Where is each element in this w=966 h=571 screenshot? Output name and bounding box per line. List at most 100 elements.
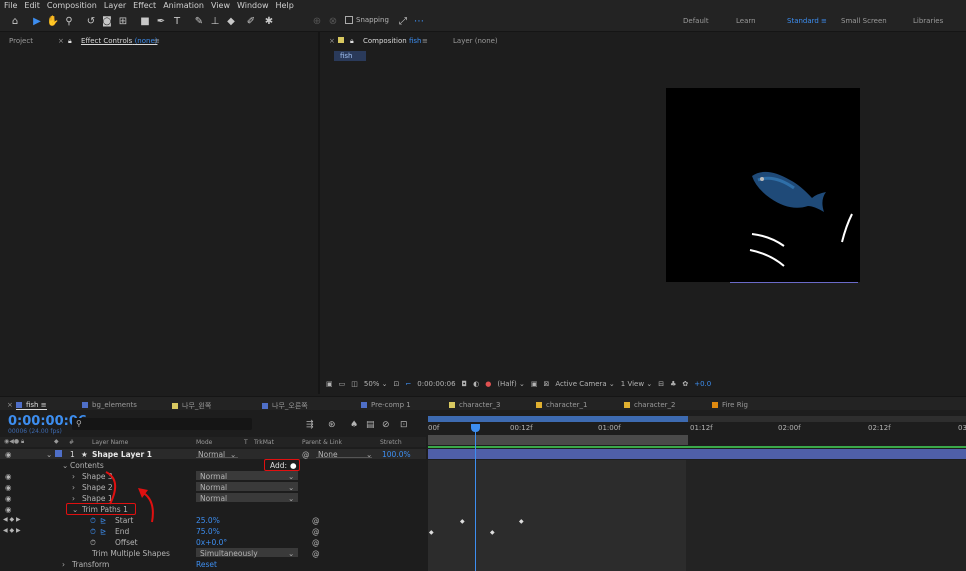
expand-chevron-icon[interactable]: ⌄ — [46, 450, 52, 459]
transform-row[interactable]: › Transform Reset — [0, 559, 426, 569]
menu-file[interactable]: File — [4, 1, 17, 10]
shape-1-blend-mode[interactable]: Normal — [200, 494, 227, 503]
pickwhip-icon[interactable]: @ — [312, 538, 320, 547]
trim-multiple-shapes-select[interactable]: Simultaneously — [200, 549, 258, 558]
roi-icon[interactable]: ⌐ — [405, 380, 411, 388]
brush-tool-icon[interactable]: ✎ — [192, 14, 206, 28]
menu-layer[interactable]: Layer — [104, 1, 126, 10]
local-axis-icon[interactable]: ⊕ — [310, 14, 324, 28]
workspace-small-screen[interactable]: Small Screen — [841, 17, 887, 25]
pickwhip-icon[interactable]: @ — [312, 516, 320, 525]
label-color[interactable] — [55, 450, 62, 457]
tab-comp-fire-rig[interactable]: Fire Rig — [712, 401, 748, 409]
eye-icon[interactable]: ◉ — [5, 472, 12, 481]
clone-stamp-tool-icon[interactable]: ⊥ — [208, 14, 222, 28]
draft-3d-icon[interactable]: ⊟ — [658, 380, 664, 388]
eye-icon[interactable]: ◉ — [5, 494, 12, 503]
shape-3-row[interactable]: ◉ › Shape 3 Normal ⌄ — [0, 471, 426, 481]
start-property-row[interactable]: ◀ ◆ ▶ ⏱︎ ⊵ Start 25.0% @ — [0, 515, 426, 525]
channel-icon[interactable]: ◐ — [473, 380, 479, 388]
layer-duration-bar[interactable] — [428, 449, 966, 459]
tab-comp-pre-comp-1[interactable]: Pre-comp 1 — [361, 401, 411, 409]
resolution-select[interactable]: (Half) ⌄ — [497, 380, 525, 388]
type-tool-icon[interactable]: T — [170, 14, 184, 28]
work-area-range[interactable] — [428, 416, 688, 422]
color-channel-icon[interactable]: ● — [485, 380, 491, 388]
expand-chevron-icon[interactable]: ⌄ — [62, 461, 68, 470]
keyframe-start-2[interactable]: ◆ — [519, 518, 524, 525]
offset-property-row[interactable]: ⏱︎ Offset 0x+0.0° @ — [0, 537, 426, 547]
timeline-tracks-area[interactable]: 00f 00:12f 01:00f 01:12f 02:00f 02:12f 0… — [428, 410, 966, 571]
menu-edit[interactable]: Edit — [24, 1, 40, 10]
views-select[interactable]: 1 View ⌄ — [621, 380, 652, 388]
tab-comp-character-1[interactable]: character_1 — [536, 401, 587, 409]
fast-preview-icon[interactable]: ▣ — [531, 380, 538, 388]
zoom-tool-icon[interactable]: ⚲ — [62, 14, 76, 28]
shape-2-blend-mode[interactable]: Normal — [200, 483, 227, 492]
keyframe-navigator-icons[interactable]: ◀ ◆ ▶ — [3, 527, 21, 534]
reset-exposure-icon[interactable]: ✿ — [682, 380, 688, 388]
fit-icon[interactable]: ⊡ — [394, 380, 400, 388]
menu-help[interactable]: Help — [276, 1, 294, 10]
grid-icon[interactable]: ⊠ — [543, 380, 549, 388]
pickwhip-icon[interactable]: @ — [312, 549, 320, 558]
expand-chevron-icon[interactable]: › — [72, 472, 75, 481]
camera-select[interactable]: Active Camera ⌄ — [555, 380, 614, 388]
snap-grid-icon[interactable]: ⋯ — [412, 14, 426, 28]
eye-icon[interactable]: ◉ — [5, 505, 12, 514]
monitor-icon[interactable]: ▭ — [339, 380, 346, 388]
eye-icon[interactable]: ◉ — [5, 450, 12, 459]
draft-3d-icon[interactable]: ⊛ — [328, 420, 336, 430]
menu-animation[interactable]: Animation — [163, 1, 204, 10]
snapping-toggle[interactable]: Snapping — [345, 16, 389, 24]
pickwhip-icon[interactable]: @ — [302, 450, 310, 459]
eraser-tool-icon[interactable]: ◆ — [224, 14, 238, 28]
tab-layer[interactable]: Layer (none) — [453, 37, 498, 45]
menu-view[interactable]: View — [211, 1, 230, 10]
comp-mini-flowchart-icon[interactable]: ⇶ — [306, 420, 314, 430]
frame-blending-icon[interactable]: ▤ — [366, 420, 375, 430]
snap-options-icon[interactable]: ⤢ — [396, 14, 410, 28]
playhead-handle[interactable] — [471, 424, 480, 432]
stopwatch-icon[interactable]: ⏱︎ — [90, 516, 96, 526]
graph-editor-icon[interactable]: ⊡ — [400, 420, 408, 430]
tab-comp-fish[interactable]: fish ≡ — [16, 401, 47, 410]
stopwatch-icon[interactable]: ⏱︎ — [90, 527, 96, 537]
preview-icon[interactable]: ▣ — [326, 380, 333, 388]
close-icon[interactable]: × — [329, 37, 335, 45]
expand-chevron-icon[interactable]: › — [72, 483, 75, 492]
flowchart-icon[interactable]: ♣ — [670, 380, 676, 388]
motion-blur-icon[interactable]: ⊘ — [382, 420, 390, 430]
tab-project[interactable]: Project — [9, 37, 33, 45]
menu-window[interactable]: Window — [237, 1, 269, 10]
start-value[interactable]: 25.0% — [196, 516, 220, 525]
shape-2-row[interactable]: ◉ › Shape 2 Normal ⌄ — [0, 482, 426, 492]
close-icon[interactable]: × — [58, 37, 64, 45]
comp-breadcrumb-chip[interactable]: fish — [334, 51, 366, 61]
hand-tool-icon[interactable]: ✋ — [46, 14, 60, 28]
transform-reset[interactable]: Reset — [196, 560, 217, 569]
comp-canvas[interactable] — [666, 88, 860, 282]
expand-chevron-icon[interactable]: › — [62, 560, 65, 569]
menu-composition[interactable]: Composition — [47, 1, 97, 10]
exposure-value[interactable]: +0.0 — [694, 380, 711, 388]
pan-behind-tool-icon[interactable]: ⊞ — [116, 14, 130, 28]
expand-chevron-icon[interactable]: › — [72, 494, 75, 503]
lock-icon[interactable]: 🔒︎ — [68, 37, 72, 46]
menu-effect[interactable]: Effect — [133, 1, 156, 10]
lock-icon[interactable]: 🔒︎ — [350, 37, 354, 46]
close-icon[interactable]: × — [7, 401, 13, 409]
keyframe-navigator-icons[interactable]: ◀ ◆ ▶ — [3, 516, 21, 523]
tab-composition[interactable]: Composition fish — [363, 37, 421, 45]
playhead-line[interactable] — [475, 424, 476, 571]
rotate-tool-icon[interactable]: ↺ — [84, 14, 98, 28]
tab-comp-character-3[interactable]: character_3 — [449, 401, 500, 409]
timeline-search-input[interactable]: ⚲ — [72, 418, 252, 430]
keyframe-end-2[interactable]: ◆ — [490, 529, 495, 536]
mask-icon[interactable]: ◫ — [351, 380, 358, 388]
keyframe-end-1[interactable]: ◆ — [429, 529, 434, 536]
stretch-value[interactable]: 100.0% — [382, 450, 411, 459]
tab-comp-character-2[interactable]: character_2 — [624, 401, 675, 409]
workspace-learn[interactable]: Learn — [736, 17, 756, 25]
pickwhip-icon[interactable]: @ — [312, 527, 320, 536]
